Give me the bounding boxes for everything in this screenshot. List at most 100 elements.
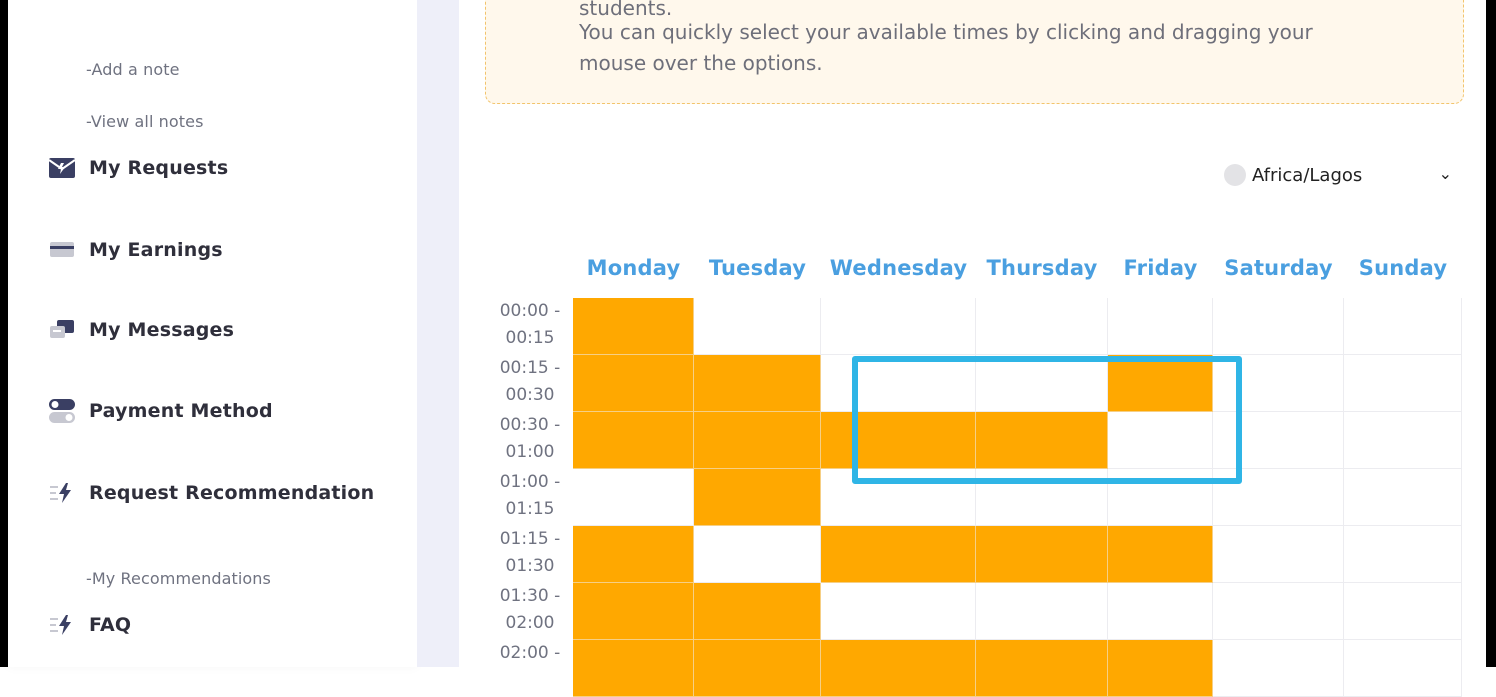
day-header-monday: Monday [586, 256, 681, 280]
availability-cell[interactable] [976, 412, 1108, 469]
view-all-notes-link[interactable]: -View all notes [86, 112, 204, 131]
availability-cell[interactable] [821, 298, 976, 355]
availability-cell[interactable] [976, 526, 1108, 583]
availability-cell[interactable] [1108, 469, 1213, 526]
availability-cell[interactable] [1344, 355, 1462, 412]
sidebar-item-my-requests[interactable]: My Requests [48, 153, 228, 183]
availability-cell[interactable] [976, 355, 1108, 412]
availability-cell[interactable] [694, 583, 821, 640]
availability-cell[interactable] [1344, 412, 1462, 469]
availability-cell[interactable] [976, 583, 1108, 640]
chat-icon [48, 316, 76, 344]
time-slot-label: 01:15 [505, 499, 555, 519]
availability-cell[interactable] [976, 640, 1108, 697]
availability-cell[interactable] [1213, 298, 1344, 355]
timezone-select[interactable]: Africa/Lagos ⌄ [1224, 160, 1464, 190]
window-edge-left [0, 0, 8, 667]
card-icon [48, 236, 76, 264]
sidebar-item-payment-method[interactable]: Payment Method [48, 396, 273, 426]
time-slot-label: 01:00 [505, 442, 555, 462]
time-slot-label: 01:15 - [499, 529, 561, 549]
main-content: students. You can quickly select your av… [459, 0, 1486, 697]
toggle-icon [48, 397, 76, 425]
availability-cell[interactable] [1108, 355, 1213, 412]
sidebar-item-label: My Messages [89, 319, 235, 341]
availability-cell[interactable] [1344, 469, 1462, 526]
sidebar: -Add a note -View all notes My Requests … [8, 0, 417, 667]
day-header-wednesday: Wednesday [829, 256, 968, 280]
day-header-sunday: Sunday [1358, 256, 1448, 280]
time-slot-label: 01:30 - [499, 586, 561, 606]
availability-cell[interactable] [1213, 526, 1344, 583]
sidebar-item-my-earnings[interactable]: My Earnings [48, 235, 223, 265]
availability-cell[interactable] [694, 526, 821, 583]
sidebar-item-request-recommendation[interactable]: Request Recommendation [48, 478, 374, 508]
availability-cell[interactable] [694, 298, 821, 355]
bolt-icon [48, 611, 76, 639]
notice-line: mouse over the options. [579, 51, 823, 75]
sidebar-item-label: Request Recommendation [89, 482, 375, 504]
day-header-tuesday: Tuesday [708, 256, 807, 280]
availability-cell[interactable] [1108, 412, 1213, 469]
availability-cell[interactable] [573, 640, 694, 697]
time-slot-label: 00:00 - [499, 301, 561, 321]
chevron-down-icon: ⌄ [1438, 164, 1452, 183]
availability-cell[interactable] [1213, 640, 1344, 697]
availability-cell[interactable] [1108, 526, 1213, 583]
availability-cell[interactable] [1213, 355, 1344, 412]
availability-cell[interactable] [694, 469, 821, 526]
time-slot-label: 02:00 - [499, 643, 561, 663]
availability-cell[interactable] [1108, 640, 1213, 697]
day-header-saturday: Saturday [1224, 256, 1333, 280]
day-header-thursday: Thursday [986, 256, 1098, 280]
availability-cell[interactable] [573, 469, 694, 526]
time-slot-label: 02:00 [505, 613, 555, 633]
notice-line: You can quickly select your available ti… [579, 20, 1313, 44]
time-slot-label: 01:30 [505, 556, 555, 576]
availability-cell[interactable] [1213, 412, 1344, 469]
availability-cell[interactable] [976, 469, 1108, 526]
availability-cell[interactable] [821, 640, 976, 697]
window-edge-right [1486, 0, 1496, 667]
availability-cell[interactable] [573, 298, 694, 355]
day-header-friday: Friday [1123, 256, 1198, 280]
availability-cell[interactable] [573, 355, 694, 412]
availability-cell[interactable] [573, 583, 694, 640]
availability-cell[interactable] [1344, 526, 1462, 583]
availability-cell[interactable] [821, 526, 976, 583]
availability-cell[interactable] [821, 412, 976, 469]
availability-cell[interactable] [1213, 583, 1344, 640]
time-slot-label: 00:15 [505, 328, 555, 348]
my-recommendations-link[interactable]: -My Recommendations [86, 569, 271, 588]
sidebar-item-label: My Earnings [89, 239, 223, 261]
timezone-value: Africa/Lagos [1252, 164, 1363, 186]
availability-cell[interactable] [1213, 469, 1344, 526]
sidebar-item-label: Payment Method [89, 400, 273, 422]
availability-cell[interactable] [694, 640, 821, 697]
availability-cell[interactable] [694, 355, 821, 412]
availability-cell[interactable] [821, 355, 976, 412]
sidebar-item-faq[interactable]: FAQ [48, 610, 131, 640]
availability-cell[interactable] [1108, 583, 1213, 640]
envelope-icon [48, 154, 76, 182]
page-gutter [417, 0, 459, 667]
availability-cell[interactable] [573, 526, 694, 583]
sidebar-item-my-messages[interactable]: My Messages [48, 315, 234, 345]
availability-cell[interactable] [694, 412, 821, 469]
availability-cell[interactable] [1344, 640, 1462, 697]
availability-cell[interactable] [1344, 298, 1462, 355]
sidebar-item-label: FAQ [89, 614, 132, 636]
availability-cell[interactable] [1108, 298, 1213, 355]
availability-notice: students. You can quickly select your av… [485, 0, 1464, 104]
availability-cell[interactable] [976, 298, 1108, 355]
availability-cell[interactable] [821, 469, 976, 526]
time-slot-label: 00:15 - [499, 358, 561, 378]
availability-cell[interactable] [1344, 583, 1462, 640]
time-slot-label: 01:00 - [499, 472, 561, 492]
bolt-icon [48, 479, 76, 507]
availability-cell[interactable] [573, 412, 694, 469]
availability-grid: Monday Tuesday Wednesday Thursday Friday Satu… [486, 240, 1464, 697]
availability-cell[interactable] [821, 583, 976, 640]
time-slot-label: 00:30 [505, 385, 555, 405]
add-note-link[interactable]: -Add a note [86, 60, 180, 79]
